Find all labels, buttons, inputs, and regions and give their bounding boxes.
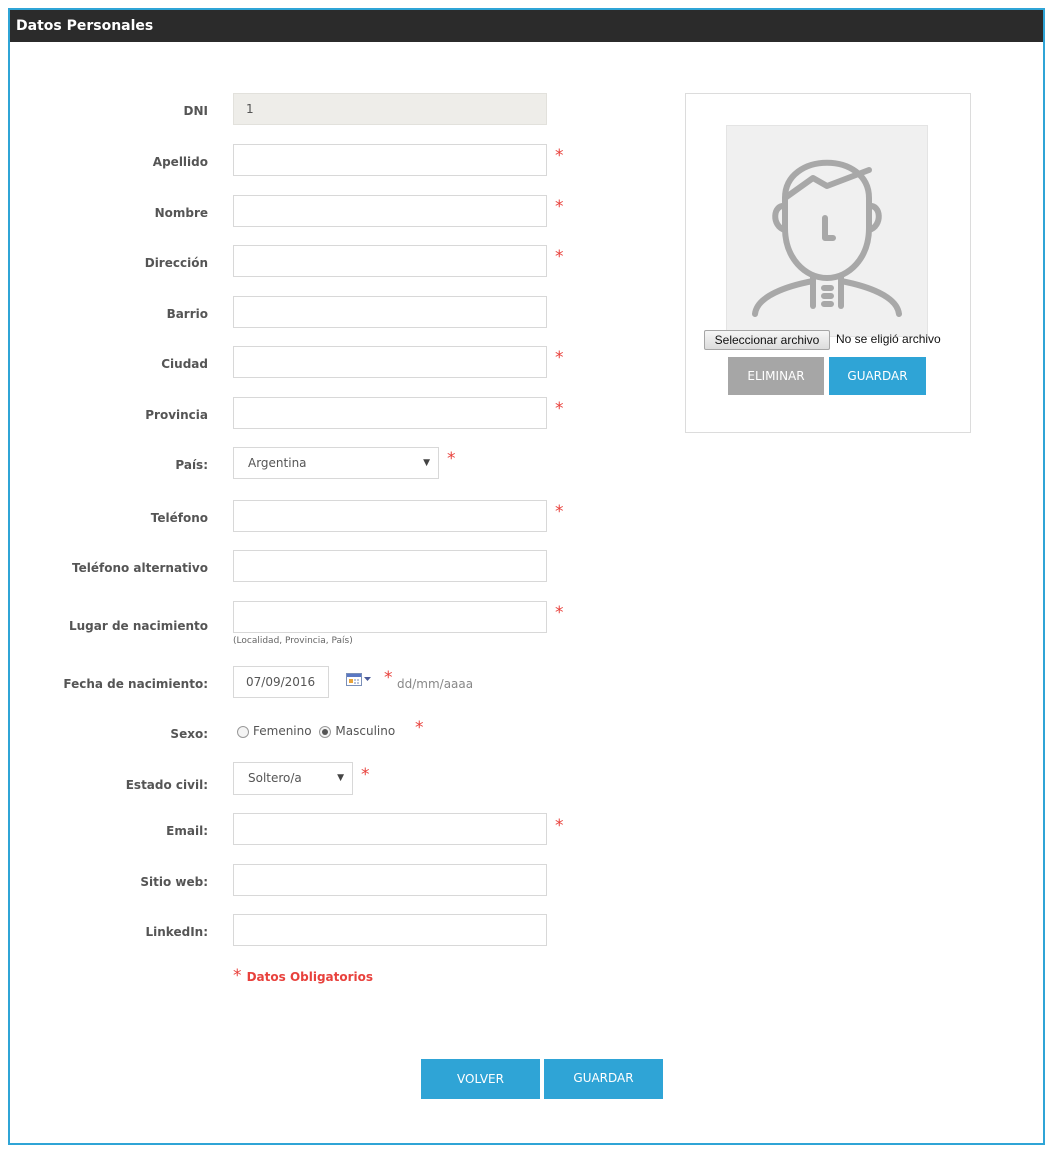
direccion-required-mark: * (555, 247, 564, 267)
required-note-text: Datos Obligatorios (246, 970, 374, 984)
radio-masculino-label: Masculino (335, 724, 396, 738)
save-photo-button[interactable]: GUARDAR (829, 357, 926, 395)
apellido-label: Apellido (152, 155, 208, 169)
back-button[interactable]: VOLVER (421, 1059, 540, 1099)
fecha-nac-label: Fecha de nacimiento: (63, 677, 208, 691)
radio-masculino[interactable]: Masculino (319, 724, 395, 738)
sexo-radio-group: Femenino Masculino (237, 724, 395, 738)
calendar-icon[interactable] (346, 672, 374, 686)
required-note: * Datos Obligatorios (233, 966, 373, 986)
estado-civil-label: Estado civil: (125, 778, 208, 792)
telefono-alt-field[interactable] (233, 550, 547, 582)
telefono-field[interactable] (233, 500, 547, 532)
dni-label: DNI (183, 104, 208, 118)
ciudad-field[interactable] (233, 346, 547, 378)
linkedin-label: LinkedIn: (145, 925, 209, 939)
save-button[interactable]: GUARDAR (544, 1059, 663, 1099)
estado-civil-select[interactable]: Soltero/a ▼ (233, 762, 353, 795)
email-required-mark: * (555, 816, 564, 836)
fecha-nac-field[interactable]: 07/09/2016 (233, 666, 329, 698)
direccion-field[interactable] (233, 245, 547, 277)
radio-femenino-circle[interactable] (237, 725, 249, 738)
telefono-alt-label: Teléfono alternativo (72, 561, 208, 575)
direccion-label: Dirección (144, 256, 208, 270)
estado-civil-required-mark: * (361, 765, 370, 785)
provincia-field[interactable] (233, 397, 547, 429)
nombre-field[interactable] (233, 195, 547, 227)
pais-label: País: (175, 458, 208, 472)
photo-panel: Seleccionar archivo No se eligió archivo… (685, 93, 971, 433)
radio-femenino-label: Femenino (253, 724, 312, 738)
email-field[interactable] (233, 813, 547, 845)
datos-personales-panel: Datos Personales DNI 1 Apellido * Nombre… (8, 8, 1045, 1145)
sexo-required-mark: * (415, 718, 424, 738)
pais-select[interactable]: Argentina ▼ (233, 447, 439, 479)
lugar-nac-label: Lugar de nacimiento (68, 619, 208, 633)
lugar-nac-required-mark: * (555, 603, 564, 623)
apellido-field[interactable] (233, 144, 547, 176)
fecha-format-hint: dd/mm/aaaa (397, 677, 474, 691)
sitio-web-field[interactable] (233, 864, 547, 896)
pais-select-value: Argentina (248, 456, 307, 470)
lugar-nac-hint: (Localidad, Provincia, País) (233, 636, 353, 646)
lugar-nac-field[interactable] (233, 601, 547, 633)
nombre-required-mark: * (555, 197, 564, 217)
sitio-web-label: Sitio web: (140, 875, 208, 889)
radio-masculino-circle[interactable] (319, 725, 332, 738)
telefono-label: Teléfono (150, 511, 208, 525)
user-icon (752, 159, 902, 317)
apellido-required-mark: * (555, 146, 564, 166)
ciudad-label: Ciudad (161, 357, 208, 371)
barrio-field[interactable] (233, 296, 547, 328)
linkedin-field[interactable] (233, 914, 547, 946)
pais-required-mark: * (447, 449, 456, 469)
required-note-mark: * (233, 966, 242, 986)
panel-title: Datos Personales (10, 10, 1043, 42)
fecha-nac-required-mark: * (384, 668, 393, 688)
nombre-label: Nombre (154, 206, 208, 220)
radio-femenino[interactable]: Femenino (237, 724, 312, 738)
avatar-placeholder (726, 125, 928, 337)
barrio-label: Barrio (166, 307, 208, 321)
provincia-required-mark: * (555, 399, 564, 419)
estado-civil-select-value: Soltero/a (248, 771, 302, 785)
provincia-label: Provincia (145, 408, 208, 422)
select-file-button[interactable]: Seleccionar archivo (704, 330, 830, 350)
ciudad-required-mark: * (555, 348, 564, 368)
chevron-down-icon: ▼ (423, 458, 430, 468)
dni-field: 1 (233, 93, 547, 125)
file-status: No se eligió archivo (836, 332, 941, 346)
sexo-label: Sexo: (170, 727, 208, 741)
chevron-down-icon: ▼ (337, 773, 344, 783)
delete-photo-button[interactable]: ELIMINAR (728, 357, 824, 395)
email-label: Email: (166, 824, 208, 838)
telefono-required-mark: * (555, 502, 564, 522)
